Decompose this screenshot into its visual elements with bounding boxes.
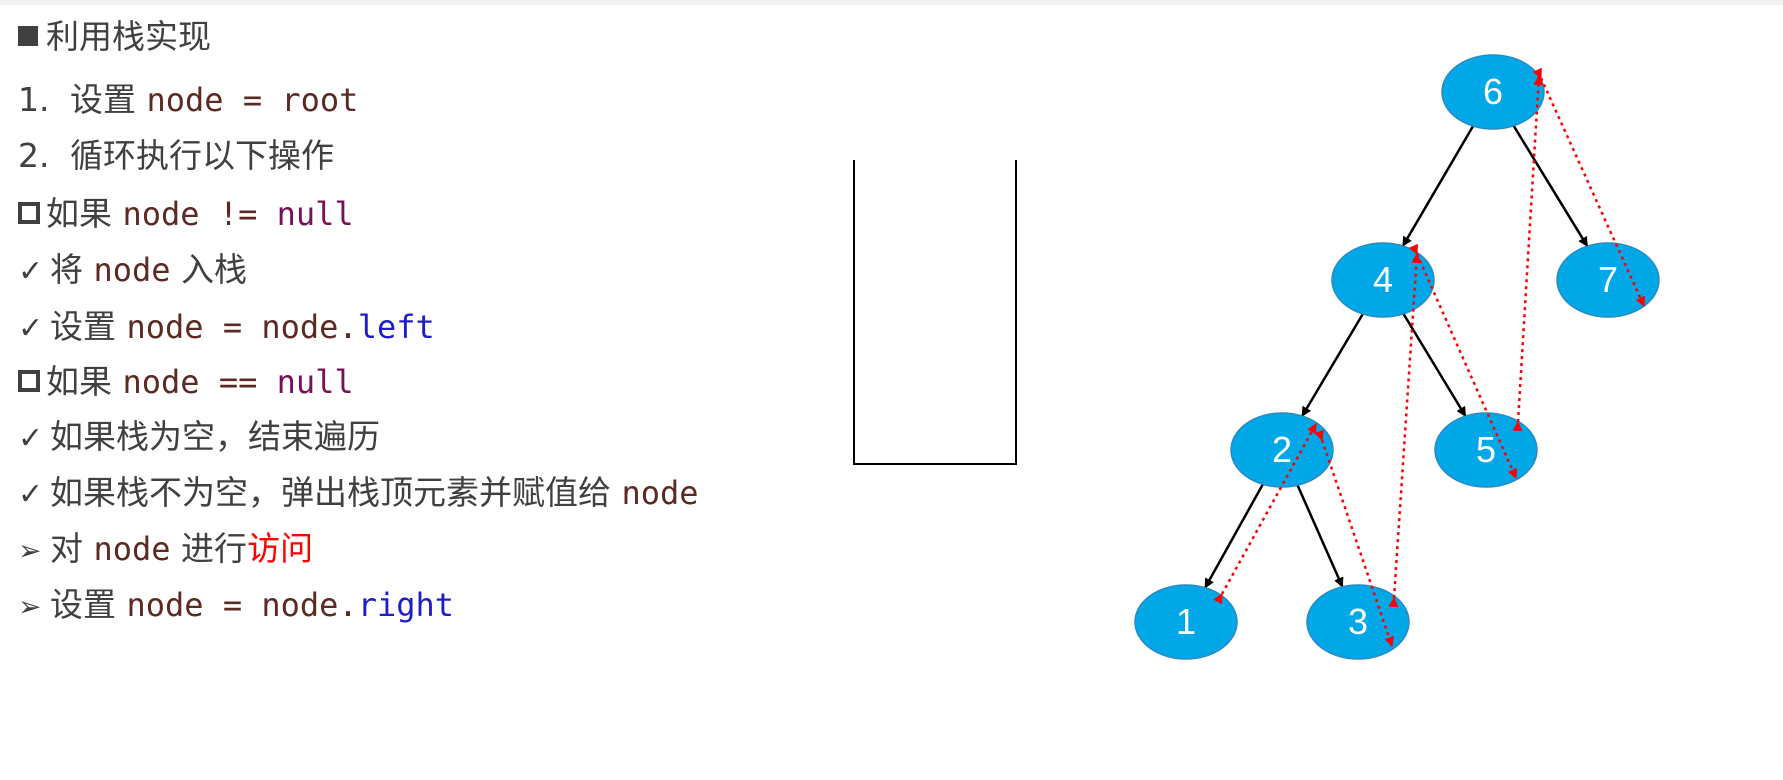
step-text: 利用栈实现 <box>46 17 211 56</box>
step-number: 2. <box>18 136 50 175</box>
check-bullet-icon: ✓ <box>18 311 44 346</box>
step-text: right <box>357 586 455 624</box>
step-text: null <box>276 195 354 233</box>
stack-outline <box>853 160 1017 465</box>
step-line: ➢ 对 node 进行访问 <box>18 524 313 574</box>
step-line: ➢ 设置 node = node.right <box>18 580 454 630</box>
tree-edge-n4-n5 <box>1402 313 1467 417</box>
tree-node-label: 2 <box>1272 429 1292 470</box>
tree-node-label: 7 <box>1598 259 1618 300</box>
step-line: 利用栈实现 <box>18 12 211 62</box>
step-line: ✓ 将 node 入栈 <box>18 245 247 295</box>
step-text: 设置 <box>50 585 127 624</box>
tree-node-2: 2 <box>1230 412 1334 488</box>
step-line: ✓ 设置 node = node.left <box>18 302 435 352</box>
tree-edge-n6-n7 <box>1512 125 1589 248</box>
step-line: 1. 设置 node = root <box>18 75 358 125</box>
step-line: 如果 node == null <box>18 357 354 407</box>
step-line: ✓ 如果栈不为空，弹出栈顶元素并赋值给 node <box>18 468 699 518</box>
arrow-bullet-icon: ➢ <box>18 534 42 567</box>
arrow-bullet-icon: ➢ <box>18 590 42 623</box>
tree-edge-n6-n4 <box>1401 125 1475 247</box>
tree-node-label: 6 <box>1483 71 1503 112</box>
tree-node-label: 4 <box>1373 259 1393 300</box>
step-text: node <box>93 251 171 289</box>
step-text: 访问 <box>247 529 314 568</box>
tree-node-1: 1 <box>1134 584 1238 660</box>
tree-edge-n2-n1 <box>1204 483 1264 589</box>
step-text: node = node. <box>126 308 358 346</box>
step-text: node <box>93 530 171 568</box>
tree-node-6: 6 <box>1441 54 1545 130</box>
check-bullet-icon: ✓ <box>18 254 44 289</box>
step-text: node = root <box>146 81 359 119</box>
step-text: 循环执行以下操作 <box>70 136 334 175</box>
tree-edge-n4-n2 <box>1301 313 1364 417</box>
step-text: 入栈 <box>170 250 248 289</box>
step-line: 如果 node != null <box>18 189 354 239</box>
square-bullet-icon <box>18 26 38 46</box>
step-text: 如果 <box>46 362 123 401</box>
step-line: 2. 循环执行以下操作 <box>18 131 334 181</box>
step-text: node != <box>122 195 277 233</box>
tree-node-4: 4 <box>1331 242 1435 318</box>
step-line: ✓ 如果栈为空，结束遍历 <box>18 412 380 462</box>
step-text: node = node. <box>126 586 358 624</box>
binary-tree-diagram: 6 4 7 2 5 1 3 <box>1100 40 1780 764</box>
top-divider <box>0 0 1783 5</box>
step-text: 将 <box>50 250 94 289</box>
tree-node-label: 3 <box>1348 601 1368 642</box>
step-text: 如果 <box>46 194 123 233</box>
hollow-square-bullet-icon <box>18 202 40 224</box>
tree-node-label: 5 <box>1476 429 1496 470</box>
hollow-square-bullet-icon <box>18 370 40 392</box>
stack-container <box>852 160 1018 466</box>
step-text: 如果栈为空，结束遍历 <box>50 417 380 456</box>
tree-edge-n2-n3 <box>1296 484 1344 588</box>
check-bullet-icon: ✓ <box>18 421 44 456</box>
tree-node-label: 1 <box>1176 601 1196 642</box>
step-number: 1. <box>18 80 50 119</box>
step-text: left <box>357 308 435 346</box>
step-text: 对 <box>50 529 94 568</box>
step-text: 设置 <box>70 80 147 119</box>
step-text: node == <box>122 363 277 401</box>
step-text: 进行 <box>170 529 248 568</box>
step-text: null <box>276 363 354 401</box>
step-text: 如果栈不为空，弹出栈顶元素并赋值给 <box>50 473 622 512</box>
step-text: node <box>621 474 699 512</box>
tree-node-5: 5 <box>1434 412 1538 488</box>
tree-node-7: 7 <box>1556 242 1660 318</box>
step-text: 设置 <box>50 307 127 346</box>
traversal-link-n5-n6 <box>1512 75 1544 432</box>
tree-svg: 6 4 7 2 5 1 3 <box>1134 54 1660 660</box>
check-bullet-icon: ✓ <box>18 477 44 512</box>
